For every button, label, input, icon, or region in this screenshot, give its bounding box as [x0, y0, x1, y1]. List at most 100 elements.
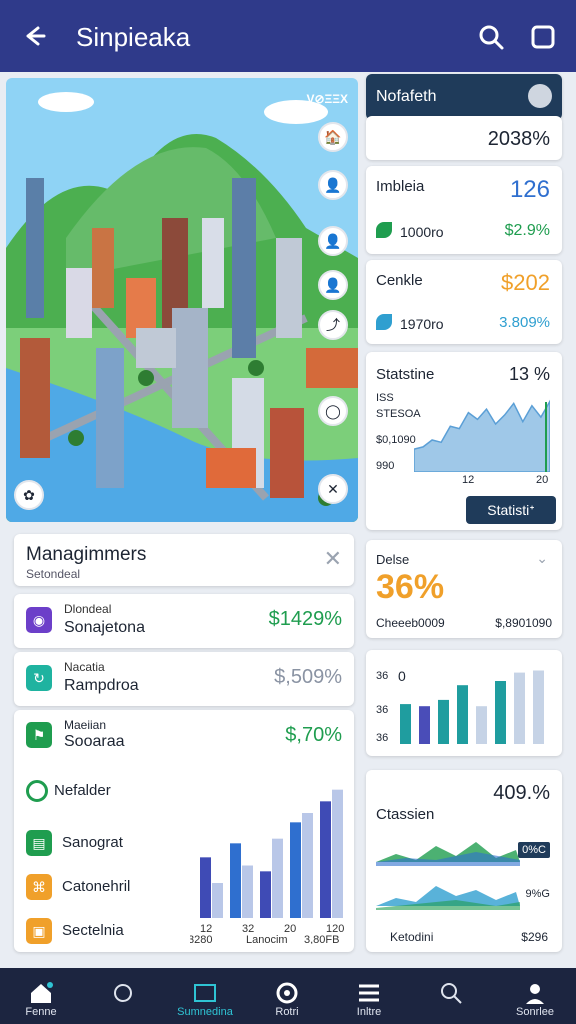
user-icon — [526, 984, 544, 1004]
row-value: $1429% — [268, 608, 342, 630]
area-series — [414, 399, 550, 472]
x-sub-label: 3,80FB — [304, 934, 339, 944]
settings-icon[interactable] — [528, 84, 552, 108]
chart-bar — [230, 843, 241, 918]
avatar[interactable]: 🏠 — [318, 122, 348, 152]
area-label: Ctassien — [376, 806, 435, 823]
stat-subvalue: $2.9% — [504, 222, 550, 239]
nav-label: Sumnedina — [177, 1006, 233, 1018]
statistics-card: Statstine 13 % ISS STESOA $0,1090 990 12… — [366, 352, 562, 530]
statistics-button[interactable]: Statistiᐩ — [466, 496, 556, 524]
area-left: Ketodini — [390, 930, 434, 944]
tag-label: 9%G — [525, 888, 550, 900]
list-item[interactable]: ◉ Dlondeal Sonajetona $1429% — [14, 594, 354, 648]
bar-card: 36 0 36 36 — [366, 650, 562, 756]
back-arrow-icon[interactable] — [20, 22, 48, 50]
chart-bar — [290, 822, 301, 918]
chart-bar — [514, 672, 525, 744]
nav-list[interactable]: Inltre — [328, 968, 410, 1024]
tick-label: 36 — [376, 670, 389, 682]
list-item[interactable]: ↻ Nacatia Rampdroa $,509% — [14, 652, 354, 706]
percentage-value: 36% — [376, 568, 445, 606]
calendar-icon: ▤ — [26, 830, 52, 856]
stat-value: $202 — [501, 270, 550, 295]
management-title: Managimmers — [26, 544, 147, 565]
home-icon — [31, 982, 53, 1003]
search-icon — [441, 983, 462, 1004]
nav-label: Inltre — [356, 1006, 382, 1018]
row-title: Sonajetona — [64, 619, 145, 636]
chart-bar — [302, 813, 313, 918]
close-icon[interactable]: ✕ — [324, 546, 342, 572]
item-label[interactable]: Nefalder — [54, 782, 111, 799]
leaf-icon — [376, 222, 392, 238]
top-app-bar: Sinpieaka — [0, 0, 576, 72]
search-icon[interactable] — [476, 22, 506, 52]
chart-bar — [419, 706, 430, 744]
pin-icon[interactable]: ⤴ — [318, 310, 348, 340]
avatar[interactable]: 👤 — [318, 270, 348, 300]
city-map-illustration[interactable]: V⊘ΞΞX 🏠 👤 👤 👤 ⤴ ◯ ✕ ✿ — [6, 78, 358, 522]
user-icon: ◉ — [26, 607, 52, 633]
tick-label: 20 — [536, 474, 549, 486]
chevron-down-icon[interactable]: ⌄ — [536, 550, 548, 567]
area-value: 409.% — [493, 782, 550, 804]
tick-label: 12 — [462, 474, 475, 486]
row-value: $,70% — [285, 724, 342, 746]
notification-title: Nofafeth — [376, 88, 437, 105]
row-caption: Nacatia — [64, 660, 105, 674]
clock-icon — [26, 780, 48, 802]
stat-label: Statstine — [376, 366, 435, 383]
avatar[interactable]: 👤 — [318, 170, 348, 200]
row-caption: Dlondeal — [64, 602, 112, 616]
tick-label: ISS — [376, 392, 394, 404]
chart-bar — [533, 670, 544, 744]
chart-icon: ⚑ — [26, 722, 52, 748]
row-value: $,509% — [274, 666, 342, 688]
stat-card[interactable]: Imbleia 126 1000ro $2.9% — [366, 166, 562, 254]
nav-dashboard[interactable]: Sumnedina — [164, 968, 246, 1024]
stat-label: Cenkle — [376, 272, 423, 289]
chart-bar — [400, 704, 411, 744]
page-title: Sinpieaka — [76, 22, 191, 52]
percentage-card[interactable]: Delse ⌄ 36% Cheeeb0009 $,8901090 — [366, 540, 562, 638]
item-label[interactable]: Sectelnia — [62, 922, 124, 939]
nav-profile[interactable]: Sonrlee — [494, 968, 576, 1024]
nav-search[interactable] — [410, 968, 492, 1024]
chart-bar — [272, 838, 283, 918]
stat-value: 126 — [509, 176, 550, 203]
area-card: 409.% Ctassien 0%C 9%G Ketodini $296 — [366, 770, 562, 952]
item-label[interactable]: Catonehril — [62, 878, 130, 895]
card-right-text: $,8901090 — [495, 616, 552, 630]
bar-chart — [400, 670, 544, 744]
notification-bar[interactable]: Nofafeth — [366, 74, 562, 120]
window-icon[interactable] — [528, 22, 558, 52]
chart-bar — [476, 706, 487, 744]
location-icon[interactable]: ◯ — [318, 396, 348, 426]
nav-record[interactable]: Rotri — [246, 968, 328, 1024]
leaf-icon[interactable]: ✿ — [14, 480, 44, 510]
avatar[interactable]: 👤 — [318, 226, 348, 256]
refresh-icon: ↻ — [26, 665, 52, 691]
tick-label: 36 — [376, 732, 389, 744]
stat-value: 13 % — [508, 364, 550, 384]
chart-bar — [332, 789, 343, 918]
stat-card[interactable]: Cenkle $202 1970ro 3.809% — [366, 260, 562, 344]
tick-label: 36 — [376, 704, 389, 716]
nav-home[interactable]: Fenne — [0, 968, 82, 1024]
record-icon — [276, 982, 298, 1004]
row-title: Rampdroa — [64, 677, 139, 694]
dashboard-icon — [194, 984, 216, 1002]
chart-bar — [320, 801, 331, 918]
stat-sub: 1000ro — [400, 224, 444, 240]
management-card: Managimmers Setondeal ✕ — [14, 534, 354, 586]
chart-bar — [212, 883, 223, 918]
item-label[interactable]: Sanograt — [62, 834, 123, 851]
chart-bar — [495, 681, 506, 744]
area-chart — [414, 399, 550, 472]
close-icon[interactable]: ✕ — [318, 474, 348, 504]
city-scene — [6, 78, 358, 522]
bottom-navigation: Fenne Sumnedina Rotri Inltre Sonrlee — [0, 968, 576, 1024]
stat-label: Imbleia — [376, 178, 425, 195]
nav-link[interactable] — [82, 968, 164, 1024]
